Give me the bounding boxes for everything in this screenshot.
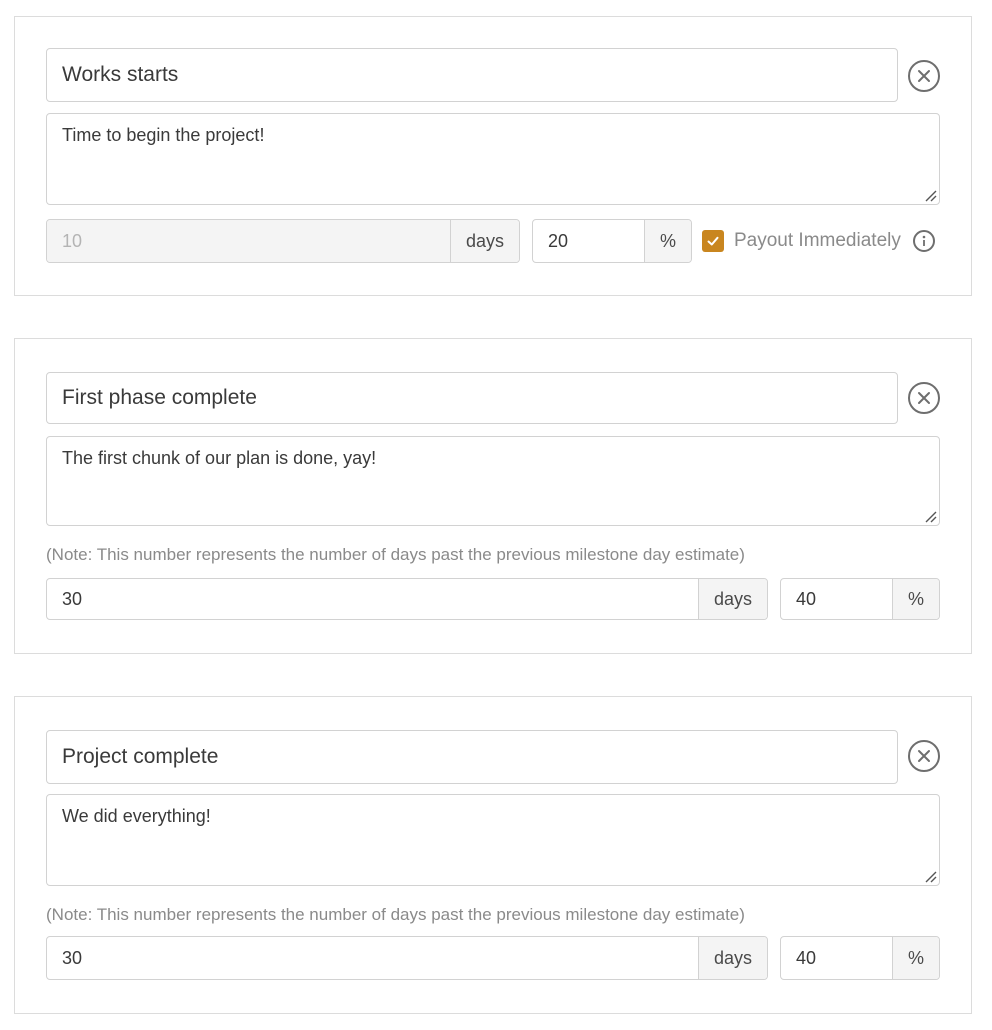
milestone-description-textarea[interactable]: The first chunk of our plan is done, yay… <box>46 436 940 526</box>
days-input[interactable]: 10 <box>47 220 450 262</box>
milestone-card-2: First phase complete The first chunk of … <box>14 338 972 654</box>
milestone-card-3: Project complete We did everything! (Not… <box>14 696 972 1014</box>
percent-input[interactable]: 40 <box>781 579 892 619</box>
remove-milestone-button[interactable] <box>908 740 940 772</box>
check-icon <box>707 236 719 246</box>
remove-milestone-button[interactable] <box>908 60 940 92</box>
percent-input[interactable]: 20 <box>533 220 644 262</box>
remove-milestone-button[interactable] <box>908 382 940 414</box>
days-input-group: 30 days <box>46 578 768 620</box>
milestone-description-text: We did everything! <box>62 806 211 826</box>
days-addon: days <box>697 579 767 619</box>
percent-input-group: 20 % <box>532 219 692 263</box>
resize-handle-icon[interactable] <box>923 188 937 202</box>
percent-addon: % <box>891 937 939 979</box>
percent-input-group: 40 % <box>780 578 940 620</box>
days-input-group: 30 days <box>46 936 768 980</box>
milestone-title-input[interactable]: Project complete <box>46 730 898 784</box>
payout-immediately-label[interactable]: Payout Immediately <box>734 230 901 252</box>
milestone-description-text: Time to begin the project! <box>62 125 265 145</box>
milestone-description-textarea[interactable]: Time to begin the project! <box>46 113 940 205</box>
milestone-title-input[interactable]: First phase complete <box>46 372 898 424</box>
milestone-card-1: Works starts Time to begin the project! … <box>14 16 972 296</box>
days-addon: days <box>697 937 767 979</box>
milestone-title-input[interactable]: Works starts <box>46 48 898 102</box>
info-circle-icon[interactable] <box>912 230 935 252</box>
days-addon: days <box>449 220 519 262</box>
close-circle-icon <box>918 750 930 762</box>
resize-handle-icon[interactable] <box>923 869 937 883</box>
percent-addon: % <box>643 220 691 262</box>
percent-input-group: 40 % <box>780 936 940 980</box>
days-note: (Note: This number represents the number… <box>46 545 745 564</box>
days-input-group: 10 days <box>46 219 520 263</box>
close-circle-icon <box>918 70 930 82</box>
days-input[interactable]: 30 <box>47 579 698 619</box>
resize-handle-icon[interactable] <box>923 509 937 523</box>
percent-addon: % <box>891 579 939 619</box>
close-circle-icon <box>918 392 930 404</box>
days-input[interactable]: 30 <box>47 937 698 979</box>
payout-immediately-control: Payout Immediately <box>702 219 935 263</box>
days-note: (Note: This number represents the number… <box>46 905 745 924</box>
milestone-description-textarea[interactable]: We did everything! <box>46 794 940 886</box>
payout-immediately-checkbox[interactable] <box>702 230 724 252</box>
milestone-description-text: The first chunk of our plan is done, yay… <box>62 448 377 468</box>
percent-input[interactable]: 40 <box>781 937 892 979</box>
